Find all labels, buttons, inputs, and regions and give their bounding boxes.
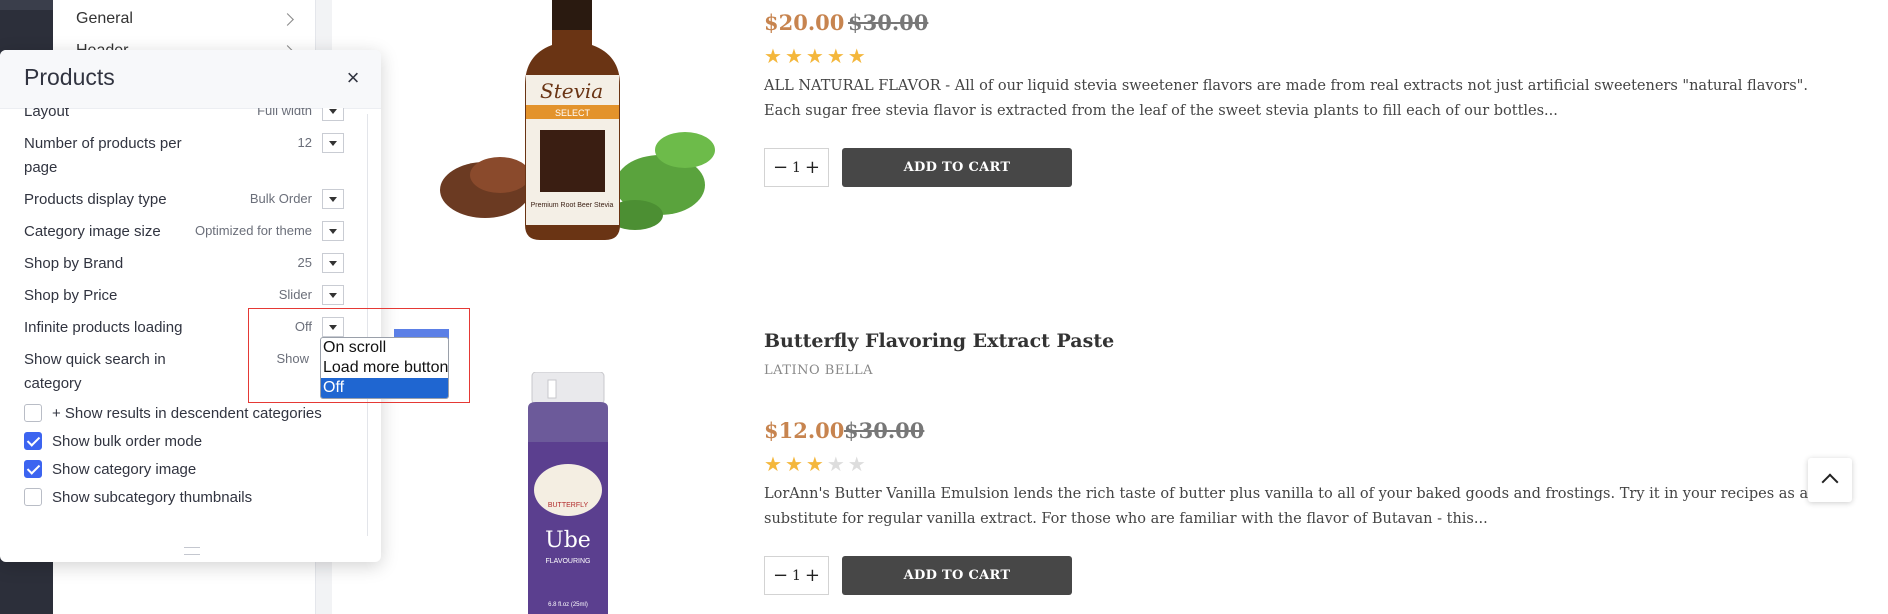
plus-icon[interactable]: + xyxy=(805,157,820,178)
star-filled-icon: ★ xyxy=(805,454,827,476)
star-filled-icon: ★ xyxy=(784,454,806,476)
bottle-cap-shape xyxy=(531,372,605,405)
price-original: $30.00 xyxy=(844,418,925,443)
select-dropdown-toggle[interactable] xyxy=(322,189,344,209)
dropdown-option-on-scroll[interactable]: On scroll xyxy=(321,338,448,358)
setting-label: Shop by Price xyxy=(24,287,118,304)
product-description: ALL NATURAL FLAVOR - All of our liquid s… xyxy=(764,78,1808,119)
cocoa-nibs-shape xyxy=(470,157,530,193)
select-dropdown-toggle[interactable] xyxy=(322,285,344,305)
bottle-select-text: SELECT xyxy=(555,108,591,118)
panel-header: Products × xyxy=(0,50,381,109)
sidebar-item-label: General xyxy=(76,10,133,27)
setting-row-shop-by-price: Shop by Price Slider xyxy=(24,284,344,310)
select-dropdown-toggle[interactable] xyxy=(322,133,344,153)
product-image-stevia[interactable]: Stevia SELECT Premium Root Beer Stevia xyxy=(420,0,720,255)
resize-grip-icon[interactable] xyxy=(184,547,200,555)
star-filled-icon: ★ xyxy=(764,46,785,68)
rating-stars: ★★★★★ xyxy=(764,452,869,477)
checkbox-row-category-image[interactable]: Show category image xyxy=(24,458,196,480)
setting-label: Category image size xyxy=(24,223,161,240)
chevron-right-icon xyxy=(281,12,294,26)
checkbox-label: Show subcategory thumbnails xyxy=(52,488,253,506)
checkbox[interactable] xyxy=(24,404,42,422)
setting-label: Shop by Brand xyxy=(24,255,124,272)
infinite-loading-dropdown[interactable]: On scroll Load more button Off xyxy=(320,337,449,399)
star-filled-icon: ★ xyxy=(826,46,848,68)
star-empty-icon: ★ xyxy=(847,454,869,476)
bottle-size-text: 6.8 fl.oz (25ml) xyxy=(548,602,588,608)
add-to-cart-button[interactable]: ADD TO CART xyxy=(842,148,1072,187)
rating-stars: ★★★★★ xyxy=(764,44,869,69)
setting-label: Number of products per page xyxy=(24,135,182,176)
products-settings-panel: Products × Layout Full width Number of p… xyxy=(0,50,381,562)
bottle-brand-text: Stevia xyxy=(540,79,603,103)
product-title[interactable]: Butterfly Flavoring Extract Paste xyxy=(764,330,1114,352)
star-filled-icon: ★ xyxy=(784,46,806,68)
quantity-value[interactable]: 1 xyxy=(792,160,801,176)
minus-icon[interactable]: − xyxy=(773,157,788,178)
close-icon[interactable]: × xyxy=(341,66,365,90)
bottle-cups-image xyxy=(540,130,605,192)
sidebar-item-general[interactable]: General xyxy=(76,5,298,33)
star-filled-icon: ★ xyxy=(805,46,827,68)
bottle-cap-shape xyxy=(547,379,557,399)
dropdown-option-load-more[interactable]: Load more button xyxy=(321,358,448,378)
bottle-cap-shape xyxy=(552,0,592,30)
plus-icon[interactable]: + xyxy=(805,565,820,586)
product-brand[interactable]: LATINO BELLA xyxy=(764,363,873,378)
checkbox-row-subcategory-thumbnails[interactable]: Show subcategory thumbnails xyxy=(24,486,252,508)
star-filled-icon: ★ xyxy=(764,454,785,476)
quantity-stepper[interactable]: − 1 + xyxy=(764,556,829,595)
setting-row-shop-by-brand: Shop by Brand 25 xyxy=(24,252,344,278)
select-dropdown-toggle[interactable] xyxy=(322,253,344,273)
add-to-cart-button[interactable]: ADD TO CART xyxy=(842,556,1072,595)
quantity-stepper[interactable]: − 1 + xyxy=(764,148,829,187)
checkbox[interactable] xyxy=(24,488,42,506)
star-filled-icon: ★ xyxy=(847,46,869,68)
setting-row-products-per-page: Number of products per page 12 xyxy=(24,132,344,182)
checkbox-checked[interactable] xyxy=(24,432,42,450)
setting-value: Slider xyxy=(278,287,312,302)
price-current: $12.00 xyxy=(764,418,845,443)
minus-icon[interactable]: − xyxy=(773,565,788,586)
editor-nav-active xyxy=(0,0,53,10)
bottle-sub-text: FLAVOURING xyxy=(546,558,591,565)
price-current: $20.00 xyxy=(764,10,845,35)
mint-leaves-shape xyxy=(655,132,715,168)
checkbox-row-descendent-results[interactable]: + Show results in descendent categories xyxy=(24,402,322,424)
setting-value: Bulk Order xyxy=(249,191,312,206)
product-image-ube[interactable]: BUTTERFLY Ube FLAVOURING 6.8 fl.oz (25ml… xyxy=(520,372,620,614)
product-description: LorAnn's Butter Vanilla Emulsion lends t… xyxy=(764,486,1809,527)
setting-value: 12 xyxy=(297,135,312,150)
checkbox-label: + Show results in descendent categories xyxy=(52,404,322,422)
quantity-value[interactable]: 1 xyxy=(792,568,801,584)
star-empty-icon: ★ xyxy=(826,454,848,476)
bottle-logo-text: BUTTERFLY xyxy=(548,502,589,509)
price-original: $30.00 xyxy=(848,10,929,35)
bottle-name-text: Ube xyxy=(545,528,591,553)
setting-value: 25 xyxy=(297,255,312,270)
checkbox-checked[interactable] xyxy=(24,460,42,478)
scroll-to-top-button[interactable] xyxy=(1808,458,1852,502)
panel-title: Products xyxy=(24,64,115,90)
dropdown-option-off[interactable]: Off xyxy=(321,378,448,398)
setting-label: Infinite products loading xyxy=(24,319,183,336)
checkbox-row-bulk-order[interactable]: Show bulk order mode xyxy=(24,430,202,452)
checkbox-label: Show category image xyxy=(52,460,197,478)
setting-label: Products display type xyxy=(24,191,167,208)
bottle-name-text: Premium Root Beer Stevia xyxy=(531,202,614,209)
select-dropdown-toggle[interactable] xyxy=(322,221,344,241)
setting-value: Optimized for theme xyxy=(194,223,312,238)
setting-label: Show quick search in category xyxy=(24,351,166,392)
setting-row-category-image-size: Category image size Optimized for theme xyxy=(24,220,344,246)
checkbox-label: Show bulk order mode xyxy=(52,432,203,450)
setting-row-display-type: Products display type Bulk Order xyxy=(24,188,344,214)
